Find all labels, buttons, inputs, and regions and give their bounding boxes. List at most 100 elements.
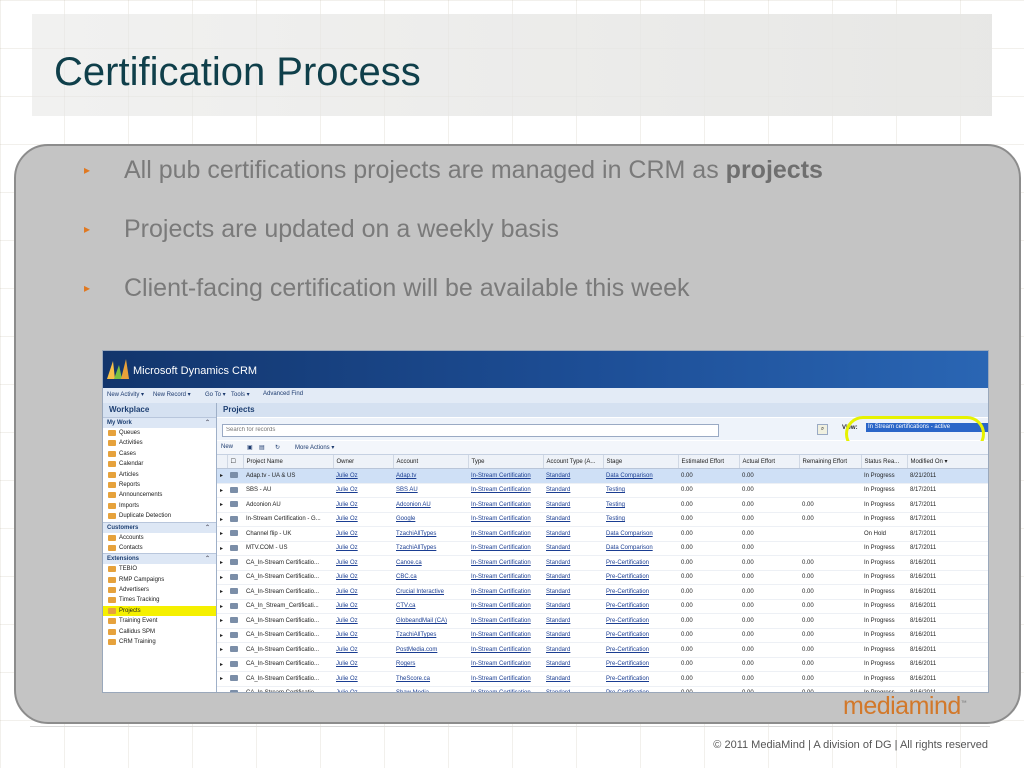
cell-account-type[interactable]: Standard [543,613,603,629]
search-icon[interactable]: ⌕ [817,424,828,435]
cell-type[interactable]: In-Stream Certification [468,642,543,658]
cell-type[interactable]: In-Stream Certification [468,512,543,527]
cell-account[interactable]: SBS AU [393,483,468,498]
cell-account-type[interactable]: Standard [543,686,603,692]
cell-type[interactable]: In-Stream Certification [468,497,543,513]
expand-icon[interactable]: ▸ [217,686,227,692]
cell-account[interactable]: Adap.tv [393,468,468,484]
cell-owner[interactable]: Julie Oz [333,642,393,658]
cell-account[interactable]: CTV.ca [393,599,468,614]
expand-icon[interactable]: ▸ [217,555,227,571]
expand-icon[interactable]: ▸ [217,526,227,542]
table-row[interactable]: ▸ CA_In_Stream_Certificati... Julie Oz CTV.… [217,599,988,614]
cell-account-type[interactable]: Standard [543,468,603,484]
cell-stage[interactable]: Testing [603,483,678,498]
cell-owner[interactable]: Julie Oz [333,584,393,600]
col-estimated-effort[interactable]: Estimated Effort [678,455,740,469]
table-row[interactable]: ▸ CA_In-Stream Certificatio... Julie Oz The… [217,671,988,687]
cell-account[interactable]: TheScore.ca [393,671,468,687]
cell-type[interactable]: In-Stream Certification [468,671,543,687]
expand-icon[interactable]: ▸ [217,483,227,498]
refresh-icon[interactable]: ↻ [275,444,280,451]
expand-icon[interactable]: ▸ [217,512,227,527]
collapse-icon[interactable]: ⌃ [205,554,210,564]
go-to-menu[interactable]: Go To ▾ [205,391,226,398]
cell-type[interactable]: In-Stream Certification [468,570,543,585]
cell-stage[interactable]: Pre-Certification [603,555,678,571]
cell-stage[interactable]: Data Comparison [603,468,678,484]
cell-owner[interactable]: Julie Oz [333,599,393,614]
cell-type[interactable]: In-Stream Certification [468,657,543,672]
cell-account[interactable]: Rogers [393,657,468,672]
nav-item-cases[interactable]: Cases [103,449,216,459]
collapse-icon[interactable]: ⌃ [205,523,210,533]
cell-stage[interactable]: Pre-Certification [603,570,678,585]
more-actions-menu[interactable]: More Actions ▾ [295,444,334,451]
cell-account-type[interactable]: Standard [543,526,603,542]
nav-item-crm-training[interactable]: CRM Training [103,637,216,647]
col-status-reason[interactable]: Status Rea... [861,455,908,469]
cell-owner[interactable]: Julie Oz [333,613,393,629]
col-owner[interactable]: Owner [333,455,394,469]
cell-type[interactable]: In-Stream Certification [468,541,543,556]
nav-item-activities[interactable]: Activities [103,438,216,448]
cell-account-type[interactable]: Standard [543,599,603,614]
expand-icon[interactable]: ▸ [217,584,227,600]
nav-item-calendar[interactable]: Calendar [103,459,216,469]
nav-item-rmp-campaigns[interactable]: RMP Campaigns [103,575,216,585]
col-stage[interactable]: Stage [603,455,679,469]
cell-account[interactable]: PostMedia.com [393,642,468,658]
col-account[interactable]: Account [393,455,469,469]
cell-account[interactable]: GlobeandMail (CA) [393,613,468,629]
cell-owner[interactable]: Julie Oz [333,570,393,585]
expand-icon[interactable]: ▸ [217,613,227,629]
cell-type[interactable]: In-Stream Certification [468,584,543,600]
cell-type[interactable]: In-Stream Certification [468,526,543,542]
cell-account-type[interactable]: Standard [543,483,603,498]
new-record-menu[interactable]: New Record ▾ [153,391,191,398]
table-row[interactable]: ▸ Adap.tv - UA & US Julie Oz Adap.tv In-Stre… [217,468,988,484]
expand-icon[interactable]: ▸ [217,628,227,643]
table-row[interactable]: ▸ CA_In-Stream Certificatio... Julie Oz CBC… [217,570,988,585]
cell-owner[interactable]: Julie Oz [333,657,393,672]
cell-owner[interactable]: Julie Oz [333,671,393,687]
expand-icon[interactable]: ▸ [217,671,227,687]
cell-account-type[interactable]: Standard [543,497,603,513]
nav-item-tebio[interactable]: TEBIO [103,564,216,574]
expand-icon[interactable]: ▸ [217,570,227,585]
nav-item-accounts[interactable]: Accounts [103,533,216,543]
nav-item-imports[interactable]: Imports [103,501,216,511]
search-input[interactable] [222,424,719,437]
expand-icon[interactable]: ▸ [217,599,227,614]
col-account-type[interactable]: Account Type (A... [543,455,604,469]
table-row[interactable]: ▸ CA_In-Stream Certificatio... Julie Oz Pos… [217,642,988,658]
cell-owner[interactable]: Julie Oz [333,468,393,484]
expand-icon[interactable]: ▸ [217,541,227,556]
nav-item-articles[interactable]: Articles [103,470,216,480]
table-row[interactable]: ▸ Channel flip - UK Julie Oz TzachiAllTypes… [217,526,988,542]
table-row[interactable]: ▸ MTV.COM - US Julie Oz TzachiAllTypes In-St… [217,541,988,556]
cell-owner[interactable]: Julie Oz [333,512,393,527]
col-actual-effort[interactable]: Actual Effort [739,455,800,469]
col-project-name[interactable]: Project Name [243,455,334,469]
cell-owner[interactable]: Julie Oz [333,686,393,692]
cell-type[interactable]: In-Stream Certification [468,555,543,571]
nav-section[interactable]: Extensions ⌃ [103,553,216,565]
expand-icon[interactable]: ▸ [217,497,227,513]
cell-type[interactable]: In-Stream Certification [468,686,543,692]
cell-owner[interactable]: Julie Oz [333,483,393,498]
table-row[interactable]: ▸ SBS - AU Julie Oz SBS AU In-Stream Certifi… [217,483,988,498]
table-row[interactable]: ▸ CA_In-Stream Certificatio... Julie Oz Rog… [217,657,988,672]
nav-item-projects[interactable]: Projects [103,605,216,617]
new-project-button[interactable]: New [221,444,233,450]
nav-section[interactable]: Customers ⌃ [103,521,216,533]
cell-type[interactable]: In-Stream Certification [468,483,543,498]
nav-item-contacts[interactable]: Contacts [103,543,216,553]
cell-stage[interactable]: Pre-Certification [603,642,678,658]
nav-section[interactable]: My Work ⌃ [103,417,216,428]
table-row[interactable]: ▸ CA_In-Stream Certificatio... Julie Oz Cru… [217,584,988,600]
new-activity-menu[interactable]: New Activity ▾ [107,391,144,398]
cell-account[interactable]: Adconion AU [393,497,468,513]
nav-item-reports[interactable]: Reports [103,480,216,490]
cell-stage[interactable]: Pre-Certification [603,584,678,600]
